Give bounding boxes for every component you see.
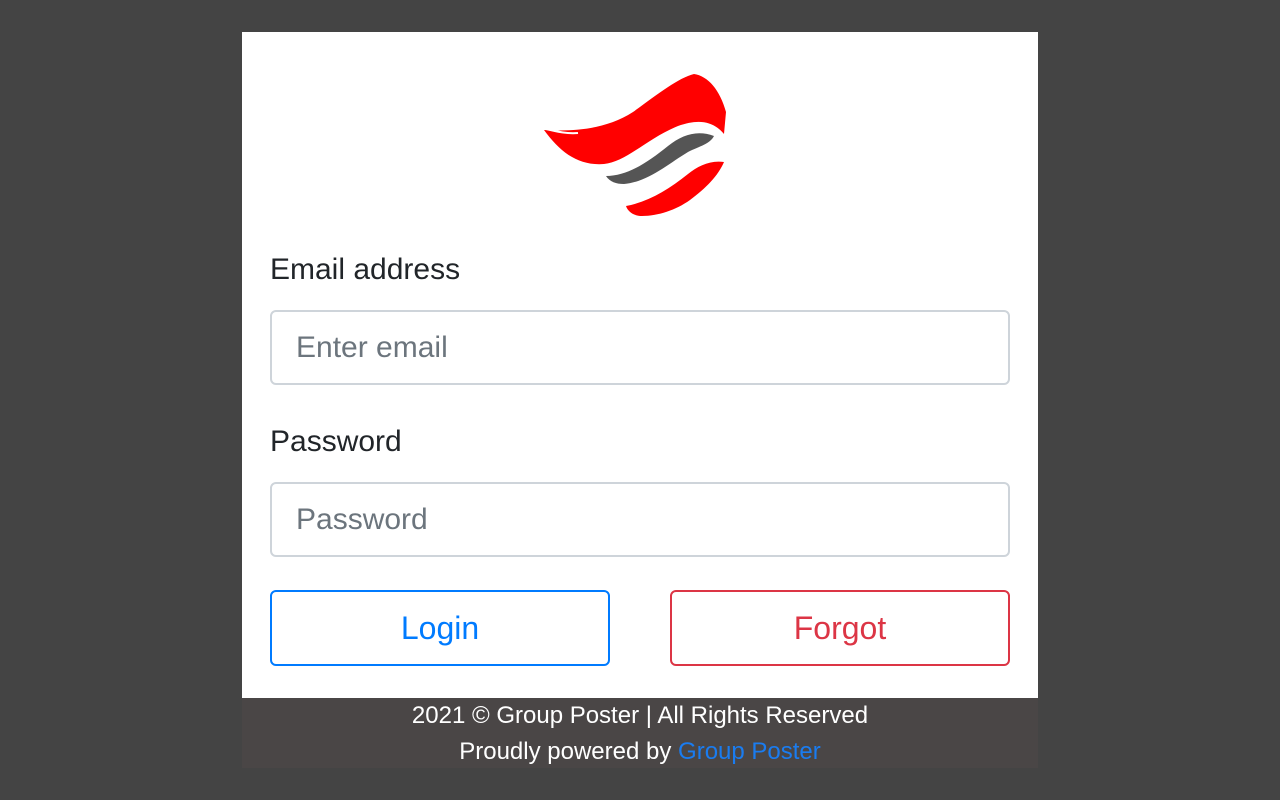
password-field[interactable] [270,482,1010,557]
password-label: Password [270,425,402,458]
footer: 2021 © Group Poster | All Rights Reserve… [242,698,1038,768]
copyright-text: 2021 © Group Poster | All Rights Reserve… [411,702,869,729]
login-button[interactable]: Login [270,590,610,666]
powered-by-text: Proudly powered by [459,738,679,765]
powered-by-line: Proudly powered by Group Poster [242,738,1038,766]
group-poster-logo-icon [541,74,726,216]
forgot-button[interactable]: Forgot [670,590,1010,666]
group-poster-link[interactable]: Group Poster [678,738,821,765]
email-label: Email address [270,253,461,286]
email-field[interactable] [270,310,1010,385]
